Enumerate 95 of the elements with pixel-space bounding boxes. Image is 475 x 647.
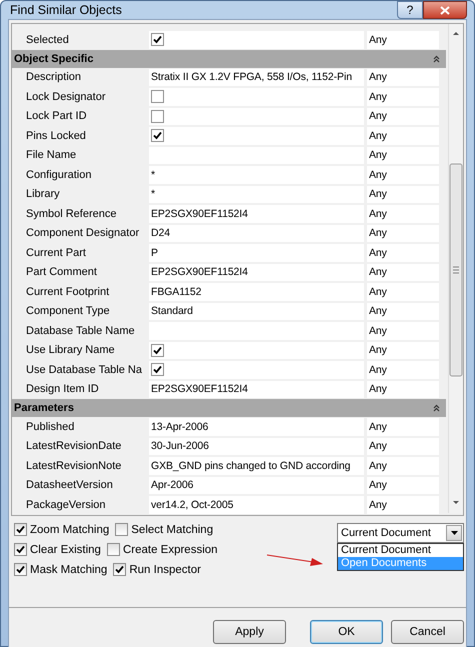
property-label: LatestRevisionDate	[26, 440, 122, 452]
option-checkbox[interactable]	[14, 523, 27, 536]
operator-field[interactable]: Any	[367, 342, 439, 359]
operator-field[interactable]: Any	[367, 205, 439, 222]
caret-icon	[450, 531, 458, 535]
option-checkbox[interactable]	[106, 543, 120, 556]
option-checkbox[interactable]	[14, 543, 27, 556]
scope-dropdown[interactable]: Current Document	[337, 523, 464, 543]
property-label: PackageVersion	[26, 498, 106, 511]
property-label: Design Item ID	[26, 383, 99, 396]
property-checkbox[interactable]	[151, 363, 164, 376]
dropdown-option[interactable]: Current Document	[338, 544, 463, 557]
property-checkbox[interactable]	[151, 90, 164, 104]
property-value-field[interactable]: 13-Apr-2006	[149, 418, 364, 436]
property-label: Configuration	[26, 168, 92, 181]
property-value-field[interactable]: EP2SGX90EF1152I4	[149, 380, 364, 398]
window-title: Find Similar Objects	[9, 3, 122, 17]
collapse-icon[interactable]	[433, 54, 440, 62]
operator-field[interactable]: Any	[367, 186, 439, 203]
property-label: DatasheetVersion	[26, 479, 113, 492]
operator-field[interactable]: Any	[367, 108, 439, 125]
property-label: Part Comment	[26, 266, 97, 278]
option-label[interactable]: Mask Matching	[30, 564, 108, 576]
property-label: Use Database Table Na	[26, 364, 142, 376]
property-label: Library	[26, 188, 60, 200]
property-value-field[interactable]: *	[149, 186, 364, 203]
option-checkbox[interactable]	[115, 523, 128, 536]
section-header[interactable]: Object Specific	[12, 50, 446, 68]
operator-field[interactable]: Any	[367, 127, 439, 144]
property-value-field[interactable]: Standard	[149, 302, 364, 320]
dialog-button[interactable]: Apply	[213, 620, 286, 644]
operator-field[interactable]: Any	[367, 476, 439, 494]
property-label: Current Footprint	[26, 286, 110, 298]
property-label: Component Type	[26, 305, 110, 318]
operator-field[interactable]: Any	[367, 418, 439, 436]
operator-field[interactable]: Any	[367, 283, 439, 300]
property-value-field[interactable]: EP2SGX90EF1152I4	[149, 205, 364, 222]
dialog-button[interactable]: Cancel	[391, 620, 464, 644]
property-label: Use Library Name	[26, 344, 115, 356]
close-button[interactable]	[423, 1, 467, 19]
property-label: Pins Locked	[26, 130, 86, 142]
operator-field[interactable]: Any	[367, 166, 439, 184]
property-label: Lock Part ID	[26, 110, 87, 122]
option-label[interactable]: Zoom Matching	[30, 524, 110, 536]
dialog-button[interactable]: OK	[310, 620, 383, 644]
property-label: Database Table Name	[26, 324, 135, 337]
property-value-field[interactable]: EP2SGX90EF1152I4	[149, 264, 364, 281]
operator-field[interactable]: Any	[367, 361, 439, 378]
operator-field[interactable]: Any	[367, 438, 439, 455]
property-label: LatestRevisionNote	[26, 460, 122, 472]
option-label[interactable]: Clear Existing	[30, 544, 101, 556]
operator-field[interactable]: Any	[367, 496, 439, 514]
annotation-arrow	[267, 553, 323, 567]
property-label: Published	[26, 420, 74, 433]
section-header[interactable]: Parameters	[12, 399, 446, 417]
property-value-field[interactable]: FBGA1152	[149, 283, 364, 300]
property-label: Symbol Reference	[26, 208, 116, 220]
option-checkbox[interactable]	[14, 563, 27, 576]
property-checkbox[interactable]	[151, 129, 164, 142]
operator-field[interactable]: Any	[367, 322, 439, 340]
property-value-field[interactable]: GXB_GND pins changed to GND according	[149, 457, 364, 474]
operator-field[interactable]: Any	[367, 224, 439, 242]
operator-field[interactable]: Any	[367, 380, 439, 398]
property-label: Lock Designator	[26, 90, 106, 103]
property-value-field[interactable]: *	[149, 166, 364, 184]
option-label[interactable]: Create Expression	[122, 544, 218, 556]
collapse-icon[interactable]	[433, 404, 440, 412]
property-checkbox[interactable]	[151, 33, 164, 46]
vertical-scrollbar[interactable]	[448, 24, 463, 513]
operator-field[interactable]: Any	[367, 302, 439, 320]
option-label[interactable]: Select Matching	[131, 524, 214, 536]
operator-field[interactable]: Any	[367, 88, 439, 106]
operator-field[interactable]: Any	[367, 68, 439, 86]
property-label: File Name	[26, 149, 76, 162]
operator-field[interactable]: Any	[367, 457, 439, 474]
property-label: Selected	[26, 34, 69, 46]
operator-field[interactable]: Any	[367, 244, 439, 262]
property-checkbox[interactable]	[151, 344, 164, 357]
close-icon	[440, 6, 450, 14]
property-label: Current Part	[26, 246, 86, 259]
property-value-field[interactable]: 30-Jun-2006	[149, 438, 364, 455]
property-value-field[interactable]: Stratix II GX 1.2V FPGA, 558 I/Os, 1152-Pin	[149, 68, 364, 86]
operator-field[interactable]: Any	[367, 146, 439, 164]
operator-field[interactable]: Any	[367, 264, 439, 281]
property-value-field[interactable]: ver14.2, Oct-2005	[149, 496, 364, 514]
help-button[interactable]: ?	[397, 1, 423, 19]
operator-field[interactable]: Any	[367, 31, 439, 48]
property-value-field[interactable]: D24	[149, 224, 364, 242]
property-checkbox[interactable]	[151, 110, 164, 123]
property-value-field[interactable]: P	[149, 244, 364, 262]
option-label[interactable]: Run Inspector	[129, 564, 201, 576]
property-label: Description	[26, 71, 82, 84]
property-value-field[interactable]: Apr-2006	[149, 476, 364, 494]
option-checkbox[interactable]	[113, 563, 126, 576]
property-label: Component Designator	[26, 227, 140, 240]
